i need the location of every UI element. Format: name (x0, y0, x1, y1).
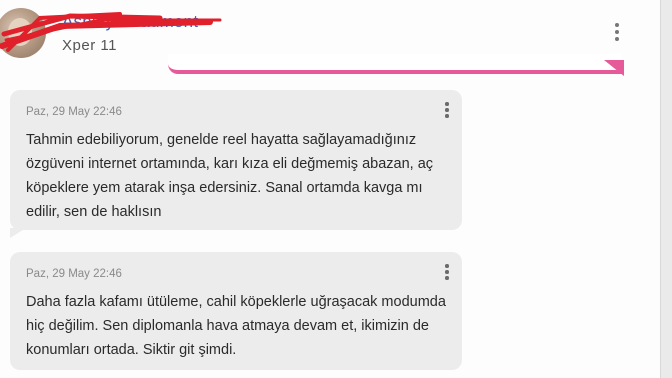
user-level: Xper 11 (62, 37, 117, 54)
conversation-page: Ashley Beaumont Xper 11 Paz, 29 May 22:4… (0, 0, 661, 378)
message-bubble: Paz, 29 May 22:46 Tahmin edebiliyorum, g… (10, 90, 462, 238)
more-vert-icon[interactable] (612, 22, 622, 44)
more-vert-icon[interactable] (442, 102, 452, 122)
message-text: Daha fazla kafamı ütüleme, cahil köpekle… (26, 294, 446, 358)
scroll-edge (661, 0, 672, 378)
message-timestamp: Paz, 29 May 22:46 (26, 106, 122, 118)
message-timestamp: Paz, 29 May 22:46 (26, 268, 122, 280)
message-tail (10, 228, 26, 238)
sent-message-bubble (168, 54, 622, 74)
more-vert-icon[interactable] (442, 264, 452, 284)
sent-message-tail (604, 60, 624, 76)
message-bubble: Paz, 29 May 22:46 Daha fazla kafamı ütül… (10, 252, 462, 370)
message-text: Tahmin edebiliyorum, genelde reel hayatt… (26, 132, 434, 220)
